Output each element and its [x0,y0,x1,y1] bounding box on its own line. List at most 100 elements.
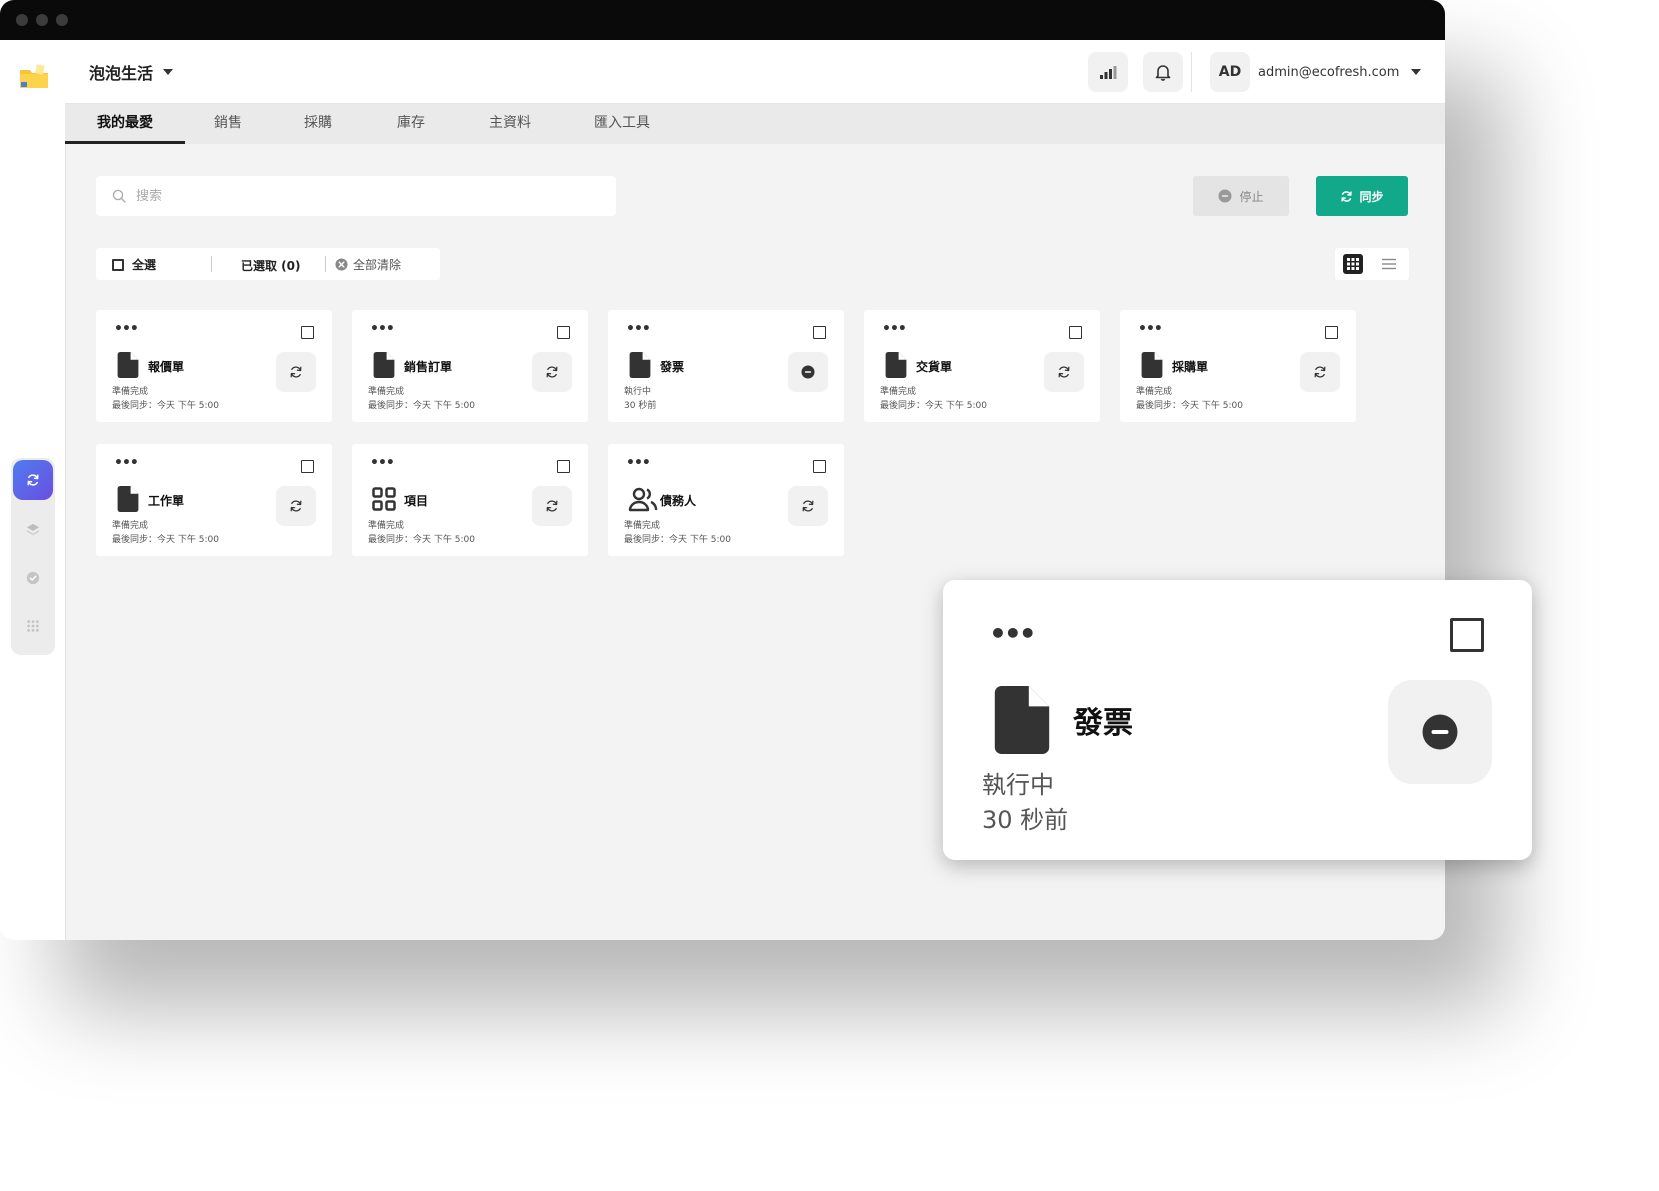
sync-card[interactable]: ••• 報價單 準備完成 最後同步：今天 下午 5:00 [96,310,332,422]
sync-card[interactable]: ••• 採購單 準備完成 最後同步：今天 下午 5:00 [1120,310,1356,422]
sync-now-button[interactable] [1044,352,1084,392]
grid-view-icon [1347,258,1359,270]
more-options-icon[interactable]: ••• [114,322,139,336]
card-time: 最後同步：今天 下午 5:00 [368,401,475,411]
card-title: 工作單 [148,494,185,508]
sync-now-button[interactable] [788,486,828,526]
select-all-checkbox[interactable]: 全選 [112,256,156,273]
more-options-icon[interactable]: ••• [626,456,651,470]
more-options-icon[interactable]: ••• [626,322,651,336]
chevron-down-icon [163,69,174,75]
list-view-button[interactable] [1379,254,1399,274]
sync-now-button[interactable] [1300,352,1340,392]
layers-nav-button[interactable] [23,520,43,540]
card-checkbox[interactable] [301,326,314,339]
check-circle-icon [26,571,40,585]
app-logo[interactable] [18,60,50,92]
card-time: 最後同步：今天 下午 5:00 [880,401,987,411]
document-icon [117,352,139,378]
select-all-label: 全選 [132,258,157,272]
card-checkbox[interactable] [813,460,826,473]
document-icon [885,352,907,378]
user-menu[interactable]: AD admin@ecofresh.com [1210,52,1422,92]
tab-inventory[interactable]: 庫存 [365,104,457,144]
sync-now-button[interactable] [532,352,572,392]
sidebar [0,40,66,940]
more-options-icon[interactable]: ••• [1138,322,1163,336]
zoomed-invoice-card[interactable]: ••• 發票 執行中 30 秒前 [943,580,1532,860]
sync-now-button[interactable] [276,352,316,392]
apps-grid-icon [27,620,39,632]
users-icon [628,487,658,512]
more-options-icon[interactable]: ••• [989,620,1037,648]
card-title: 交貨單 [916,360,953,374]
check-nav-button[interactable] [23,568,43,588]
sync-card[interactable]: ••• 銷售訂單 準備完成 最後同步：今天 下午 5:00 [352,310,588,422]
clear-all-button[interactable]: 全部清除 [335,256,401,273]
window-minimize-dot[interactable] [36,14,48,26]
apps-nav-button[interactable] [23,616,43,636]
card-time: 最後同步：今天 下午 5:00 [112,535,219,545]
card-status: 準備完成 [368,387,405,397]
tab-import-tools[interactable]: 匯入工具 [563,104,681,144]
card-checkbox[interactable] [1325,326,1338,339]
card-status: 準備完成 [880,387,917,397]
checkbox-icon [112,258,124,271]
top-header: 泡泡生活 AD admin@ecofresh.com [65,40,1445,104]
avatar: AD [1210,52,1250,92]
document-icon [117,486,139,512]
document-icon [994,686,1050,754]
card-time: 最後同步：今天 下午 5:00 [624,535,731,545]
card-title: 項目 [404,494,429,508]
window-maximize-dot[interactable] [56,14,68,26]
sync-card[interactable]: ••• 發票 執行中 30 秒前 [608,310,844,422]
stop-button[interactable]: 停止 [1193,176,1289,216]
sync-card[interactable]: ••• 交貨單準備完成最後同步：今天 下午 5:00 [864,310,1100,422]
card-title: 採購單 [1172,360,1209,374]
search-input[interactable] [134,187,598,205]
more-options-icon[interactable]: ••• [370,322,395,336]
card-status: 準備完成 [624,521,661,531]
notifications-button[interactable] [1143,52,1183,92]
tab-master-data[interactable]: 主資料 [457,104,563,144]
card-checkbox[interactable] [557,326,570,339]
search-box[interactable] [96,176,616,216]
tab-sales[interactable]: 銷售 [185,104,271,144]
selected-count: 已選取 (0) [241,259,301,273]
sidebar-rail [11,458,55,655]
more-options-icon[interactable]: ••• [370,456,395,470]
signal-button[interactable] [1088,52,1128,92]
tab-purchasing[interactable]: 採購 [271,104,365,144]
more-options-icon[interactable]: ••• [114,456,139,470]
clear-all-label: 全部清除 [353,258,402,272]
card-time: 最後同步：今天 下午 5:00 [1136,401,1243,411]
card-status: 執行中 [624,387,652,397]
sync-now-button[interactable] [276,486,316,526]
title-bar [0,0,1445,40]
sync-icon [1314,366,1326,378]
sync-icon [802,500,814,512]
card-checkbox[interactable] [301,460,314,473]
sync-card[interactable]: ••• 項目 準備完成 最後同步：今天 下午 5:00 [352,444,588,556]
card-checkbox[interactable] [1450,618,1484,652]
stop-sync-button[interactable] [1388,680,1492,784]
org-switcher[interactable]: 泡泡生活 [89,60,174,84]
more-options-icon[interactable]: ••• [882,322,907,336]
sync-nav-button[interactable] [13,460,53,500]
card-time: 最後同步：今天 下午 5:00 [368,535,475,545]
user-email: admin@ecofresh.com [1258,64,1400,80]
sync-button[interactable]: 同步 [1316,176,1408,216]
card-checkbox[interactable] [813,326,826,339]
tab-favorites[interactable]: 我的最愛 [65,104,185,144]
sync-card[interactable]: ••• 債務人 準備完成 最後同步：今天 下午 5:00 [608,444,844,556]
sync-card[interactable]: ••• 工作單 準備完成 最後同步：今天 下午 5:00 [96,444,332,556]
grid-view-button[interactable] [1343,254,1363,274]
stop-circle-icon [1218,189,1232,203]
divider [325,256,326,272]
stop-sync-button[interactable] [788,352,828,392]
card-checkbox[interactable] [557,460,570,473]
sync-now-button[interactable] [532,486,572,526]
card-checkbox[interactable] [1069,326,1082,339]
divider [211,256,212,272]
window-close-dot[interactable] [16,14,28,26]
